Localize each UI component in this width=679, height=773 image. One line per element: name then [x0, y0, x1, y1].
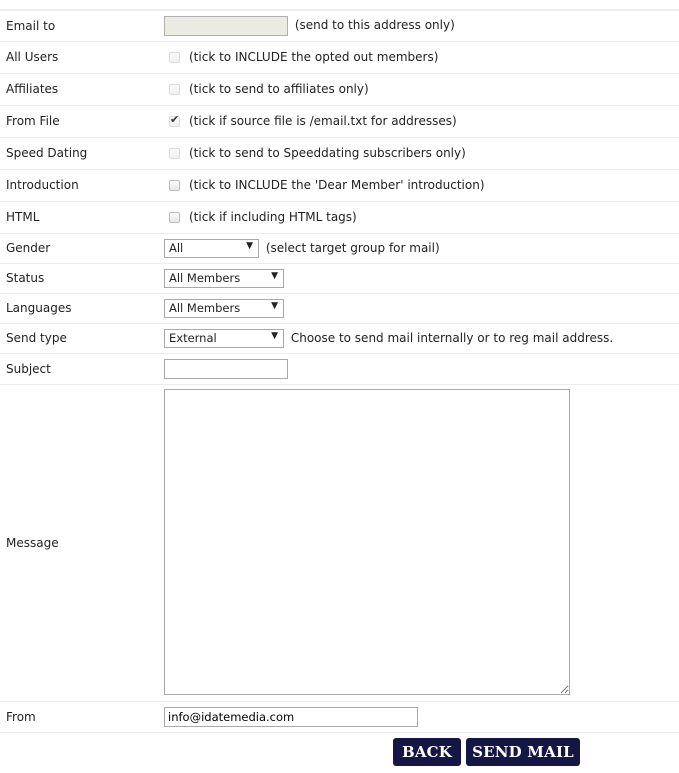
languages-label: Languages [0, 293, 164, 324]
top-divider [0, 0, 679, 11]
all-users-note: (tick to INCLUDE the opted out members) [189, 50, 439, 64]
row-status: Status All Members ▼ [0, 263, 679, 294]
row-affiliates: Affiliates (tick to send to affiliates o… [0, 73, 679, 106]
affiliates-label: Affiliates [0, 73, 164, 106]
send-type-selected-value: External [169, 330, 217, 345]
send-type-select[interactable]: External ▼ [164, 328, 284, 348]
row-from: From [0, 701, 679, 733]
all-users-checkbox[interactable] [169, 52, 180, 63]
row-message: Message [0, 384, 679, 702]
row-introduction: Introduction (tick to INCLUDE the 'Dear … [0, 169, 679, 202]
from-label: From [0, 701, 164, 733]
chevron-down-icon: ▼ [246, 240, 253, 251]
all-users-label: All Users [0, 41, 164, 74]
message-textarea[interactable] [164, 388, 570, 695]
status-select[interactable]: All Members ▼ [164, 268, 284, 288]
languages-selected-value: All Members [169, 300, 241, 315]
html-note: (tick if including HTML tags) [189, 210, 357, 224]
introduction-note: (tick to INCLUDE the 'Dear Member' intro… [189, 178, 485, 192]
chevron-down-icon: ▼ [271, 270, 278, 281]
speed-dating-label: Speed Dating [0, 137, 164, 170]
from-input[interactable] [164, 706, 418, 727]
status-label: Status [0, 263, 164, 294]
affiliates-note: (tick to send to affiliates only) [189, 82, 369, 96]
row-html: HTML (tick if including HTML tags) [0, 201, 679, 234]
introduction-label: Introduction [0, 169, 164, 202]
row-languages: Languages All Members ▼ [0, 293, 679, 324]
email-to-note: (send to this address only) [294, 18, 455, 33]
gender-label: Gender [0, 233, 164, 264]
row-email-to: Email to (send to this address only) [0, 11, 679, 42]
from-file-label: From File [0, 105, 164, 138]
send-type-label: Send type [0, 323, 164, 354]
email-to-input[interactable] [164, 15, 288, 36]
speed-dating-note: (tick to send to Speeddating subscribers… [189, 146, 466, 160]
row-send-type: Send type External ▼ Choose to send mail … [0, 323, 679, 354]
subject-input[interactable] [164, 358, 288, 379]
row-from-file: From File (tick if source file is /email… [0, 105, 679, 138]
from-file-note: (tick if source file is /email.txt for a… [189, 114, 457, 128]
row-speed-dating: Speed Dating (tick to send to Speeddatin… [0, 137, 679, 170]
html-label: HTML [0, 201, 164, 234]
email-to-label: Email to [0, 11, 164, 42]
introduction-checkbox[interactable] [169, 180, 180, 191]
row-subject: Subject [0, 353, 679, 385]
languages-select[interactable]: All Members ▼ [164, 298, 284, 318]
chevron-down-icon: ▼ [271, 300, 278, 311]
html-checkbox[interactable] [169, 212, 180, 223]
gender-selected-value: All [169, 240, 184, 255]
message-label: Message [0, 384, 164, 702]
back-button[interactable]: BACK [393, 737, 461, 766]
row-all-users: All Users (tick to INCLUDE the opted out… [0, 41, 679, 74]
status-selected-value: All Members [169, 270, 241, 285]
subject-label: Subject [0, 353, 164, 385]
gender-note: (select target group for mail) [265, 240, 440, 255]
speed-dating-checkbox[interactable] [169, 148, 180, 159]
gender-select[interactable]: All ▼ [164, 238, 259, 258]
from-file-checkbox[interactable] [169, 113, 180, 127]
chevron-down-icon: ▼ [271, 330, 278, 341]
mail-form-table: Email to (send to this address only) All… [0, 11, 679, 733]
affiliates-checkbox[interactable] [169, 84, 180, 95]
send-mail-form: Email to (send to this address only) All… [0, 0, 679, 773]
button-bar: BACK SEND MAIL [0, 733, 679, 773]
row-gender: Gender All ▼ (select target group for mai… [0, 233, 679, 264]
send-type-note: Choose to send mail internally or to reg… [290, 330, 614, 345]
send-mail-button[interactable]: SEND MAIL [466, 737, 580, 766]
